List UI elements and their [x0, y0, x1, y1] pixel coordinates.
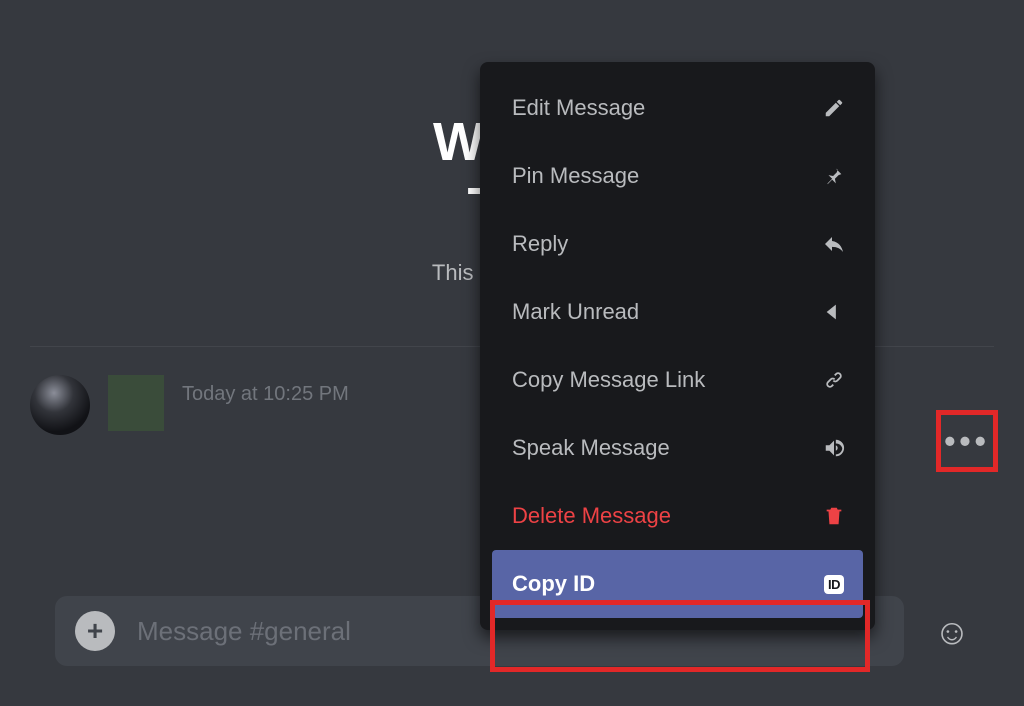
plus-icon: + — [87, 615, 103, 647]
menu-edit-message[interactable]: Edit Message — [492, 74, 863, 142]
composer-placeholder: Message #general — [137, 616, 351, 647]
menu-mark-unread[interactable]: Mark Unread — [492, 278, 863, 346]
username-redacted — [108, 375, 164, 431]
id-icon: ID — [821, 571, 847, 597]
emoji-button[interactable]: ☺ — [930, 610, 974, 654]
speaker-icon — [821, 435, 847, 461]
smile-icon: ☺ — [934, 611, 971, 653]
pencil-icon — [821, 95, 847, 121]
menu-label: Pin Message — [512, 163, 639, 189]
menu-label: Copy Message Link — [512, 367, 705, 393]
menu-reply[interactable]: Reply — [492, 210, 863, 278]
more-actions-button[interactable]: ••• — [936, 410, 998, 472]
trash-icon — [821, 503, 847, 529]
menu-delete-message[interactable]: Delete Message — [492, 482, 863, 550]
menu-pin-message[interactable]: Pin Message — [492, 142, 863, 210]
id-badge: ID — [824, 575, 844, 594]
reply-icon — [821, 231, 847, 257]
menu-label: Mark Unread — [512, 299, 639, 325]
menu-copy-link[interactable]: Copy Message Link — [492, 346, 863, 414]
pin-icon — [821, 163, 847, 189]
menu-copy-id[interactable]: Copy ID ID — [492, 550, 863, 618]
message-timestamp: Today at 10:25 PM — [182, 383, 349, 406]
message-context-menu: Edit Message Pin Message Reply Mark Unre… — [480, 62, 875, 630]
unread-icon — [821, 299, 847, 325]
menu-label: Reply — [512, 231, 568, 257]
menu-label: Copy ID — [512, 571, 595, 597]
menu-label: Delete Message — [512, 503, 671, 529]
avatar[interactable] — [30, 375, 90, 435]
menu-label: Edit Message — [512, 95, 645, 121]
menu-label: Speak Message — [512, 435, 670, 461]
attach-button[interactable]: + — [75, 611, 115, 651]
link-icon — [821, 367, 847, 393]
menu-speak-message[interactable]: Speak Message — [492, 414, 863, 482]
